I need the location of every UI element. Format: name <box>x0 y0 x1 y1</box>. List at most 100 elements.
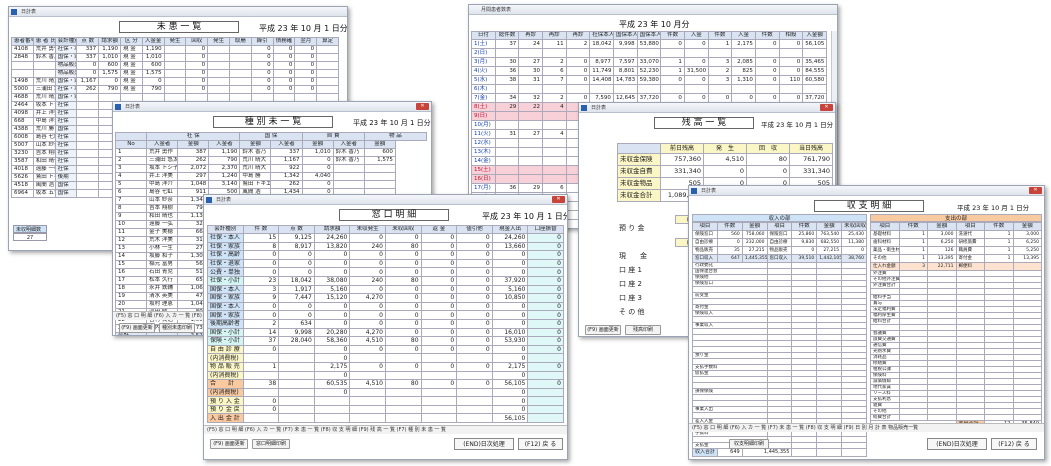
income-total-amount: 1,445,355 <box>741 448 793 457</box>
close-button[interactable]: ✕ <box>820 104 833 111</box>
table-cell: 18 <box>114 284 148 293</box>
titlebar: 日計表 ✕ <box>579 103 835 113</box>
row-label: 国保・本人 <box>207 284 244 295</box>
print-button[interactable]: 収支明細印刷 <box>729 439 769 449</box>
table-cell <box>802 84 827 94</box>
table-cell: 36 <box>494 66 520 76</box>
table-cell: 0 <box>349 233 386 243</box>
page-title: 種 別 未 一 覧 <box>213 116 333 128</box>
table-cell: 31,500 <box>683 66 709 76</box>
refresh-button[interactable]: (F9) 画面更新 <box>210 439 248 449</box>
daily-process-button[interactable]: (END)日次処理 <box>454 438 514 450</box>
table-cell <box>660 84 685 94</box>
table-cell: 0 <box>185 53 209 62</box>
tab-strip[interactable]: (F5) 窓 口 明 細 (F6) 入 カ 一 覧 (F7) 未 患 一 覧 (… <box>689 423 1044 432</box>
table-cell: 0 <box>456 336 493 346</box>
table-cell: 0 <box>778 39 804 49</box>
table-cell: 2 <box>541 57 567 67</box>
table-cell <box>494 138 520 148</box>
table-cell <box>313 396 351 406</box>
table-cell: 0 <box>716 238 743 247</box>
table-cell: 32 <box>518 93 543 103</box>
table-cell: 17(月) <box>471 183 496 193</box>
table-cell: 8,917 <box>278 241 315 252</box>
table-cell: 0 <box>420 275 458 286</box>
table-row[interactable]: 物品販売0600現 金6000000 <box>11 61 339 70</box>
refresh-button[interactable]: (F9) 画面更新 <box>585 325 621 335</box>
table-row[interactable]: 物品販売01,575現 金1,5750000 <box>11 69 339 78</box>
table-cell: 8,801 <box>612 66 638 76</box>
table-cell <box>332 172 365 181</box>
table-cell <box>518 174 543 184</box>
table-cell <box>456 404 493 415</box>
table-cell <box>660 48 685 58</box>
table-cell: 0 <box>527 310 564 320</box>
table-row[interactable]: 2848鈴木 香乃国保・家族3371,010現 金1,0100000 <box>11 53 339 62</box>
row-label: 預 り 金 戻 <box>207 404 244 415</box>
table-cell: 0 <box>456 284 493 295</box>
table-cell: 600 <box>98 61 121 70</box>
daily-process-button[interactable]: (END)日次処理 <box>927 438 987 450</box>
close-button[interactable]: ✕ <box>1029 187 1042 194</box>
table-cell: 鈴木 香乃 <box>332 148 365 157</box>
table-cell: 12 <box>114 236 148 245</box>
table-cell: 国保・家族 <box>54 93 78 102</box>
table-cell: 36 <box>494 183 520 193</box>
table-row[interactable]: 4108荒井 勇作社保・本人3371,190現 金1,1900000 <box>11 45 339 54</box>
table-cell: 262 <box>177 156 210 165</box>
table-cell: 14,408 <box>589 75 614 85</box>
table-cell: 7,597 <box>612 57 638 67</box>
column-header: 日付 <box>471 31 496 40</box>
table-cell: 鷲田 トキエ <box>32 173 56 182</box>
table-row: 預 り 入 金00 <box>207 396 564 406</box>
table-cell: 0 <box>250 45 274 54</box>
table-cell: 29 <box>494 102 520 112</box>
print-button[interactable]: 窓口明細印刷 <box>252 439 290 449</box>
table-cell: 4518 <box>11 181 34 190</box>
column-header: 発生 <box>163 37 187 46</box>
column-header: 点 数 <box>278 225 315 234</box>
table-cell <box>565 48 591 58</box>
table-cell: 永井 鉄輔 <box>146 284 179 293</box>
table-cell: 297 <box>177 172 210 181</box>
header-row: 患者番号患 者 氏 名会計種別点 数請求額区 分入金金発生回収発生取崩繰引債務確… <box>11 37 339 46</box>
table-cell <box>207 85 230 94</box>
table-cell: 757,360 <box>660 153 704 166</box>
row-label: 国保・本人 <box>207 301 244 312</box>
table-cell: 4018 <box>11 165 34 174</box>
table-cell: 5,160 <box>313 284 351 295</box>
table-cell: 18,042 <box>589 39 614 49</box>
table-cell <box>278 370 315 381</box>
table-cell <box>349 370 386 381</box>
close-button[interactable]: ✕ <box>416 103 429 110</box>
column-header: 社保本人 <box>589 31 614 40</box>
table-cell <box>683 48 709 58</box>
table-row: 合 計 38 60,535 4,510 80 0 0 56,105 0 <box>207 379 564 389</box>
tab-strip[interactable]: (F5) 窓 口 明 細 (F6) 入 カ 一 覧 (F7) 未 患 一 覧 (… <box>204 425 567 434</box>
close-button[interactable]: ✕ <box>552 196 565 203</box>
table-cell: 3 <box>707 57 733 67</box>
table-cell <box>278 361 315 372</box>
back-button[interactable]: (F12) 戻 る <box>518 438 563 450</box>
table-cell <box>518 120 543 130</box>
table-row[interactable]: 5000三浦田 悠太社保・本人262790現 金7900000 <box>11 85 339 94</box>
table-cell: 16(日) <box>471 174 496 184</box>
print-button[interactable]: 残高印刷 <box>625 325 661 335</box>
table-cell: 18,042 <box>278 275 315 286</box>
table-cell: 4,510 <box>703 153 747 166</box>
back-button[interactable]: (F12) 戻 る <box>991 438 1037 450</box>
print-button[interactable]: 種別未患印刷 <box>159 323 195 333</box>
table-cell: 0 <box>527 250 564 260</box>
table-cell: 3 <box>242 284 280 295</box>
header-row: No 入金者 金額 入金者 金額 入金者 金額 入金者 金額 <box>114 140 427 149</box>
table-cell: 遠藤 一弘 <box>146 220 179 229</box>
table-row[interactable]: 1498荒川 晴大国保・家族1,1670現 金00000 <box>11 77 339 86</box>
table-row: 国保・本人 0 0 0 0 0 0 0 0 0 <box>207 301 564 312</box>
table-cell <box>518 84 543 94</box>
table-cell: 6 <box>114 188 148 197</box>
table-cell: 0 <box>420 293 458 303</box>
unpaid-count-label: 未収明細数 <box>13 225 47 233</box>
table-cell: 1 <box>984 246 1014 255</box>
row-label: 社保・家族 <box>207 241 244 252</box>
refresh-button[interactable]: (F9) 画面更新 <box>119 323 155 333</box>
